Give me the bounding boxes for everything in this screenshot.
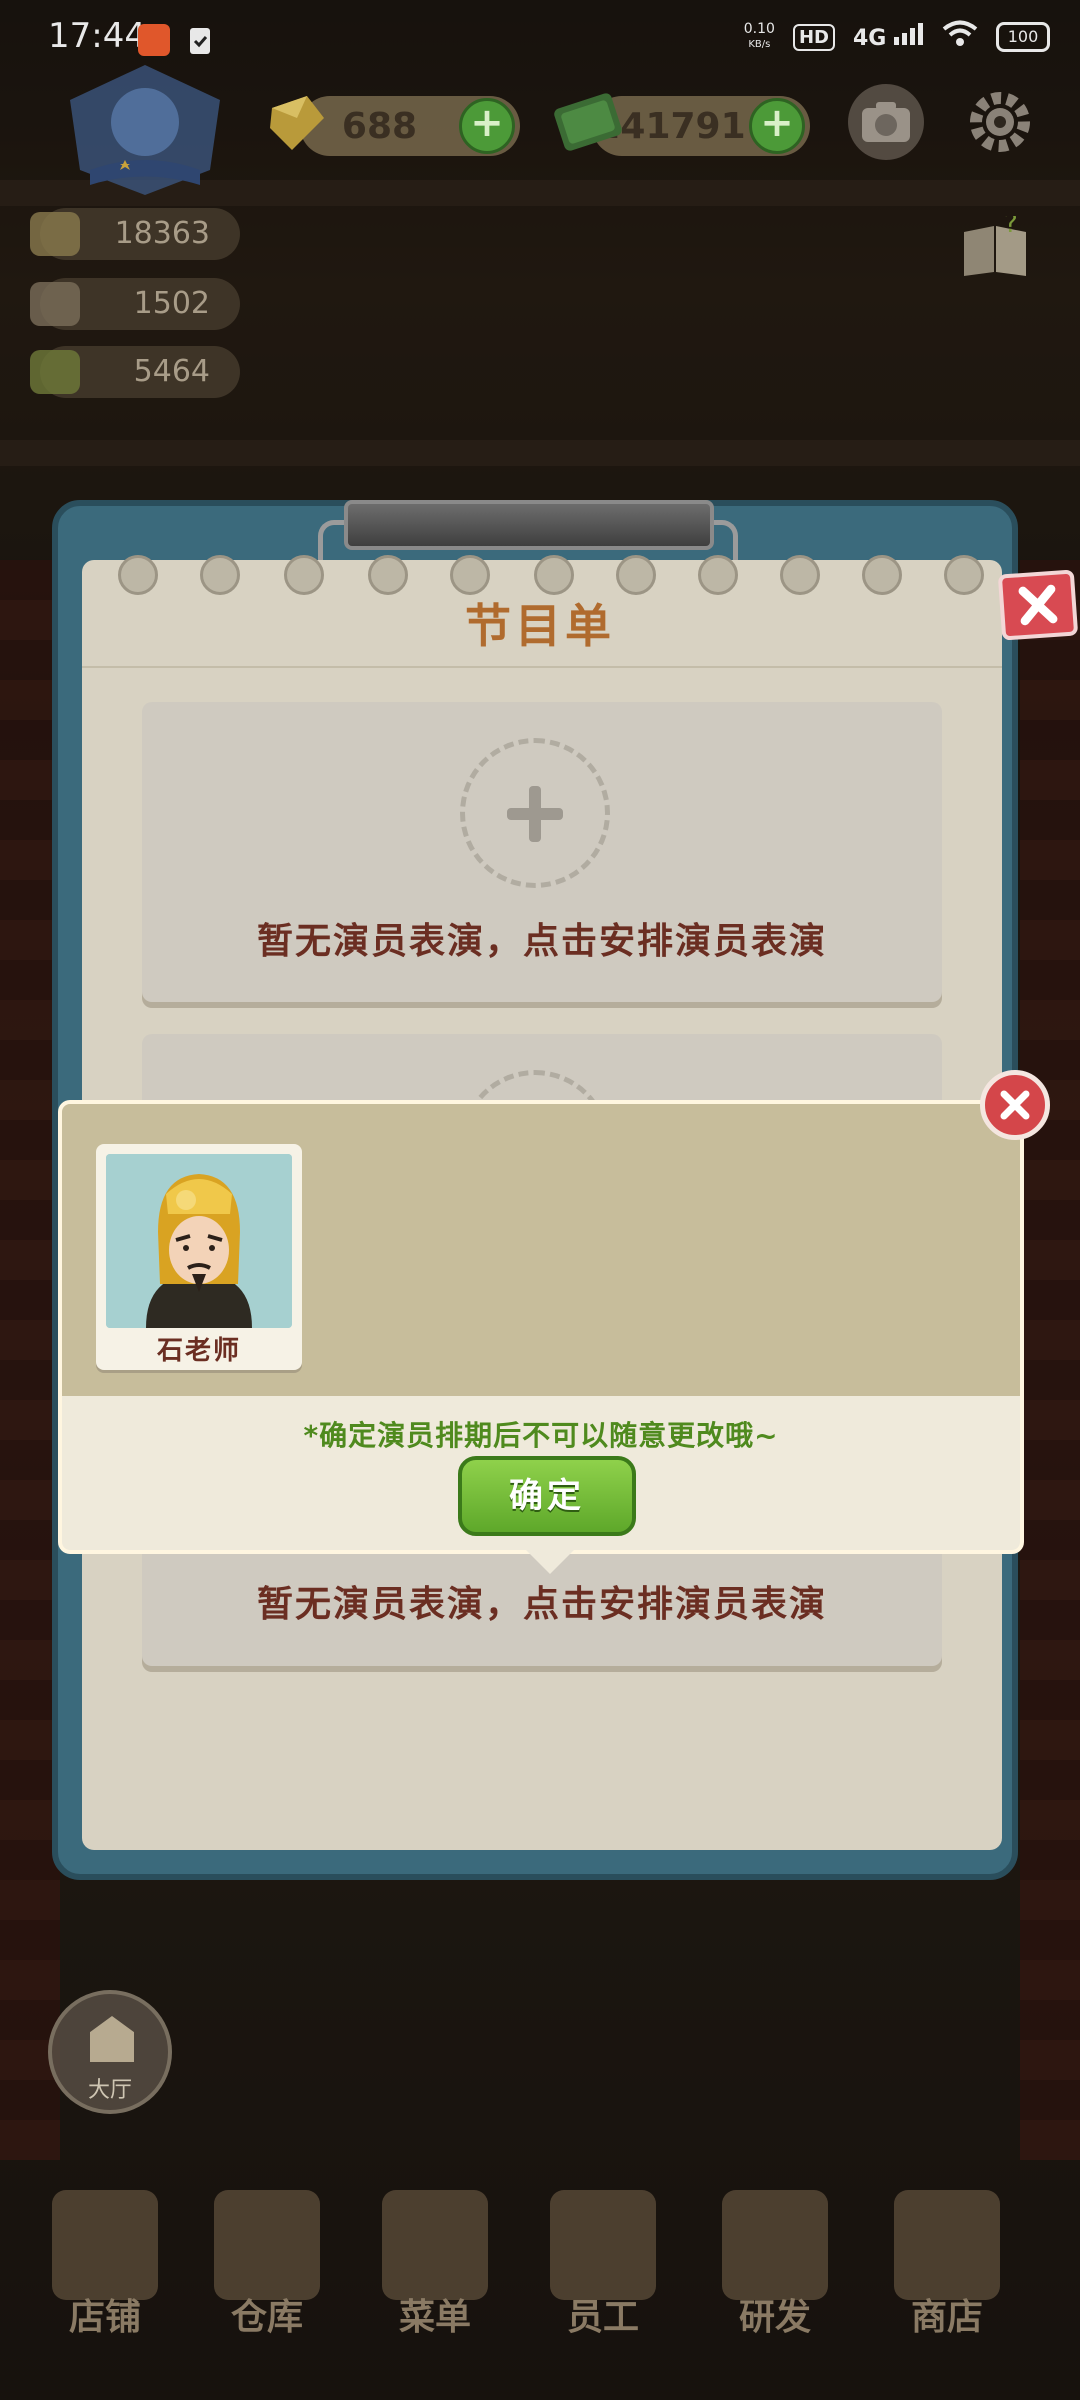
bottom-nav: 店铺 仓库 菜单 员工 研发 商店 xyxy=(0,2180,1080,2400)
stat-row-3: 5464 xyxy=(30,346,240,398)
clipboard-check-icon xyxy=(184,24,216,56)
binder-hole xyxy=(616,555,656,595)
binder-hole xyxy=(368,555,408,595)
help-book-icon[interactable]: ? xyxy=(960,209,1030,276)
store-icon xyxy=(52,2190,158,2300)
hall-label: 大厅 xyxy=(87,2078,132,2103)
binder-hole xyxy=(698,555,738,595)
clipboard-clip xyxy=(344,500,714,550)
clock: 17:44 xyxy=(48,16,146,56)
wifi-icon xyxy=(942,20,978,54)
actor-name: 石老师 xyxy=(156,1336,241,1366)
nav-label: 菜单 xyxy=(398,2297,471,2338)
slot-hint: 暂无演员表演，点击安排演员表演 xyxy=(256,921,827,962)
cooking-pot-icon xyxy=(722,2190,828,2300)
camera-button[interactable] xyxy=(848,84,924,160)
dish-icon xyxy=(30,212,80,256)
nav-staff[interactable]: 员工 xyxy=(528,2180,678,2380)
binder-hole xyxy=(944,555,984,595)
add-cash-button[interactable]: + xyxy=(749,98,805,154)
menu-clipboard-icon xyxy=(382,2190,488,2300)
nav-warehouse[interactable]: 仓库 xyxy=(192,2180,342,2380)
actor-selection-popup: 石老师 *确定演员排期后不可以随意更改哦~ 确定 xyxy=(58,1100,1024,1574)
binder-hole xyxy=(862,555,902,595)
svg-text:?: ? xyxy=(1004,216,1018,239)
nav-menu[interactable]: 菜单 xyxy=(360,2180,510,2380)
popup-pointer xyxy=(524,1548,576,1574)
network-speed: 0.10 KB/s xyxy=(743,21,775,50)
close-program-list-button[interactable] xyxy=(997,569,1079,641)
hd-badge: HD xyxy=(792,23,835,51)
nav-research[interactable]: 研发 xyxy=(700,2180,850,2380)
gem-icon xyxy=(262,88,332,158)
binder-hole xyxy=(534,555,574,595)
binder-hole xyxy=(450,555,490,595)
app-notification-icon xyxy=(138,24,170,56)
hall-button[interactable]: 大厅 xyxy=(48,1990,172,2114)
binder-hole xyxy=(200,555,240,595)
nav-label: 仓库 xyxy=(230,2297,303,2338)
actor-portrait xyxy=(106,1154,292,1328)
nav-label: 员工 xyxy=(566,2297,639,2338)
close-popup-button[interactable] xyxy=(980,1070,1050,1140)
binder-hole xyxy=(118,555,158,595)
box-icon xyxy=(214,2190,320,2300)
add-performer-icon[interactable] xyxy=(460,738,610,888)
stat-row-2: 1502 xyxy=(30,278,240,330)
binder-hole xyxy=(780,555,820,595)
nav-label: 商店 xyxy=(910,2297,983,2338)
service-icon xyxy=(30,282,80,326)
close-icon xyxy=(1000,1090,1030,1120)
stat-row-1: 18363 xyxy=(30,208,240,260)
market-stall-icon xyxy=(894,2190,1000,2300)
add-gems-button[interactable]: + xyxy=(459,98,515,154)
nav-label: 研发 xyxy=(738,2297,811,2338)
binder-hole xyxy=(284,555,324,595)
ingredient-icon xyxy=(30,350,80,394)
camera-icon xyxy=(862,102,910,142)
confirm-button[interactable]: 确定 xyxy=(458,1456,636,1536)
signal-icon: 4G xyxy=(853,23,924,51)
nav-shop-front[interactable]: 店铺 xyxy=(30,2180,180,2380)
program-slot-1[interactable]: 暂无演员表演，点击安排演员表演 xyxy=(142,702,942,1002)
divider xyxy=(82,666,1002,668)
settings-button[interactable] xyxy=(962,84,1038,160)
nav-label: 店铺 xyxy=(68,2297,141,2338)
staff-icon xyxy=(550,2190,656,2300)
restaurant-rank-badge[interactable] xyxy=(50,60,240,200)
program-list-title: 节目单 xyxy=(465,599,615,653)
actor-card[interactable]: 石老师 xyxy=(96,1144,302,1370)
cash-icon xyxy=(548,86,628,160)
slot-hint: 暂无演员表演，点击安排演员表演 xyxy=(256,1584,827,1625)
nav-store[interactable]: 商店 xyxy=(872,2180,1022,2380)
close-icon xyxy=(1018,584,1058,626)
hall-icon xyxy=(90,2016,134,2062)
gear-icon xyxy=(970,92,1030,152)
schedule-notice: *确定演员排期后不可以随意更改哦~ xyxy=(303,1419,779,1452)
gems-counter: 688 + xyxy=(300,96,520,156)
battery-icon: 100 xyxy=(996,22,1050,52)
